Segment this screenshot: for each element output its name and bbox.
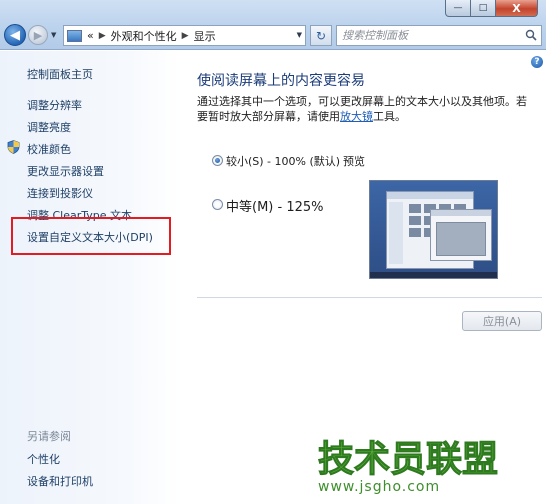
size-medium-radio[interactable]	[212, 199, 223, 210]
see-also-devices-printers[interactable]: 设备和打印机	[27, 473, 93, 489]
maximize-button[interactable]: □	[471, 0, 496, 17]
breadcrumb-separator-icon[interactable]: ▶	[182, 31, 189, 41]
search-input[interactable]: 搜索控制面板	[336, 25, 542, 46]
search-placeholder: 搜索控制面板	[342, 29, 408, 42]
size-medium-label[interactable]: 中等(M) - 125%	[226, 196, 323, 215]
help-icon[interactable]: ?	[531, 56, 543, 68]
magnifier-link[interactable]: 放大镜	[340, 110, 373, 123]
control-panel-icon	[67, 29, 82, 42]
preview-taskbar	[370, 272, 497, 278]
watermark-url: www.jsgho.com	[318, 479, 441, 495]
sidebar-home-link[interactable]: 控制面板主页	[27, 66, 93, 82]
shield-icon	[7, 140, 20, 154]
divider	[197, 297, 542, 298]
refresh-button[interactable]: ↻	[310, 25, 332, 46]
description-text-end: 工具。	[373, 110, 406, 123]
address-dropdown-icon[interactable]: ▼	[297, 31, 302, 39]
search-icon[interactable]	[525, 29, 537, 41]
sidebar-item-display-settings[interactable]: 更改显示器设置	[27, 163, 104, 179]
recent-pages-dropdown-icon[interactable]: ▼	[51, 31, 56, 39]
minimize-button[interactable]: —	[445, 0, 471, 17]
window-controls: — □ X	[445, 0, 538, 17]
sidebar-item-resolution[interactable]: 调整分辨率	[27, 97, 82, 113]
sidebar-item-projector[interactable]: 连接到投影仪	[27, 185, 93, 201]
breadcrumb-appearance[interactable]: 外观和个性化	[111, 28, 177, 44]
watermark-logo: 技术员联盟	[318, 439, 498, 478]
sidebar-item-calibrate-color[interactable]: 校准颜色	[27, 141, 71, 157]
size-smaller-radio[interactable]	[212, 155, 223, 166]
see-also-heading: 另请参阅	[27, 430, 71, 443]
address-overflow-icon[interactable]: «	[87, 29, 94, 42]
svg-text:技术员联盟: 技术员联盟	[318, 439, 498, 477]
breadcrumb-display[interactable]: 显示	[194, 28, 216, 44]
apply-button[interactable]: 应用(A)	[462, 311, 542, 331]
breadcrumb-separator-icon[interactable]: ▶	[99, 31, 106, 41]
size-smaller-label[interactable]: 较小(S) - 100% (默认)	[226, 153, 340, 169]
preview-label: 预览	[343, 155, 365, 168]
highlight-box	[11, 217, 171, 255]
back-button[interactable]: ◀	[4, 24, 26, 46]
preview-window-front	[430, 209, 492, 261]
address-bar[interactable]: « ▶ 外观和个性化 ▶ 显示 ▼	[63, 25, 306, 46]
sidebar-item-brightness[interactable]: 调整亮度	[27, 119, 71, 135]
preview-image	[369, 180, 498, 279]
page-description: 通过选择其中一个选项，可以更改屏幕上的文本大小以及其他项。若要暂时放大部分屏幕，…	[197, 94, 537, 124]
close-button[interactable]: X	[496, 0, 538, 17]
see-also-personalization[interactable]: 个性化	[27, 451, 60, 467]
forward-button[interactable]: ▶	[28, 25, 48, 45]
window-chrome: — □ X ◀ ▶ ▼ « ▶ 外观和个性化 ▶ 显示 ▼ ↻ 搜索控制面板	[0, 0, 546, 50]
page-title: 使阅读屏幕上的内容更容易	[197, 73, 365, 89]
